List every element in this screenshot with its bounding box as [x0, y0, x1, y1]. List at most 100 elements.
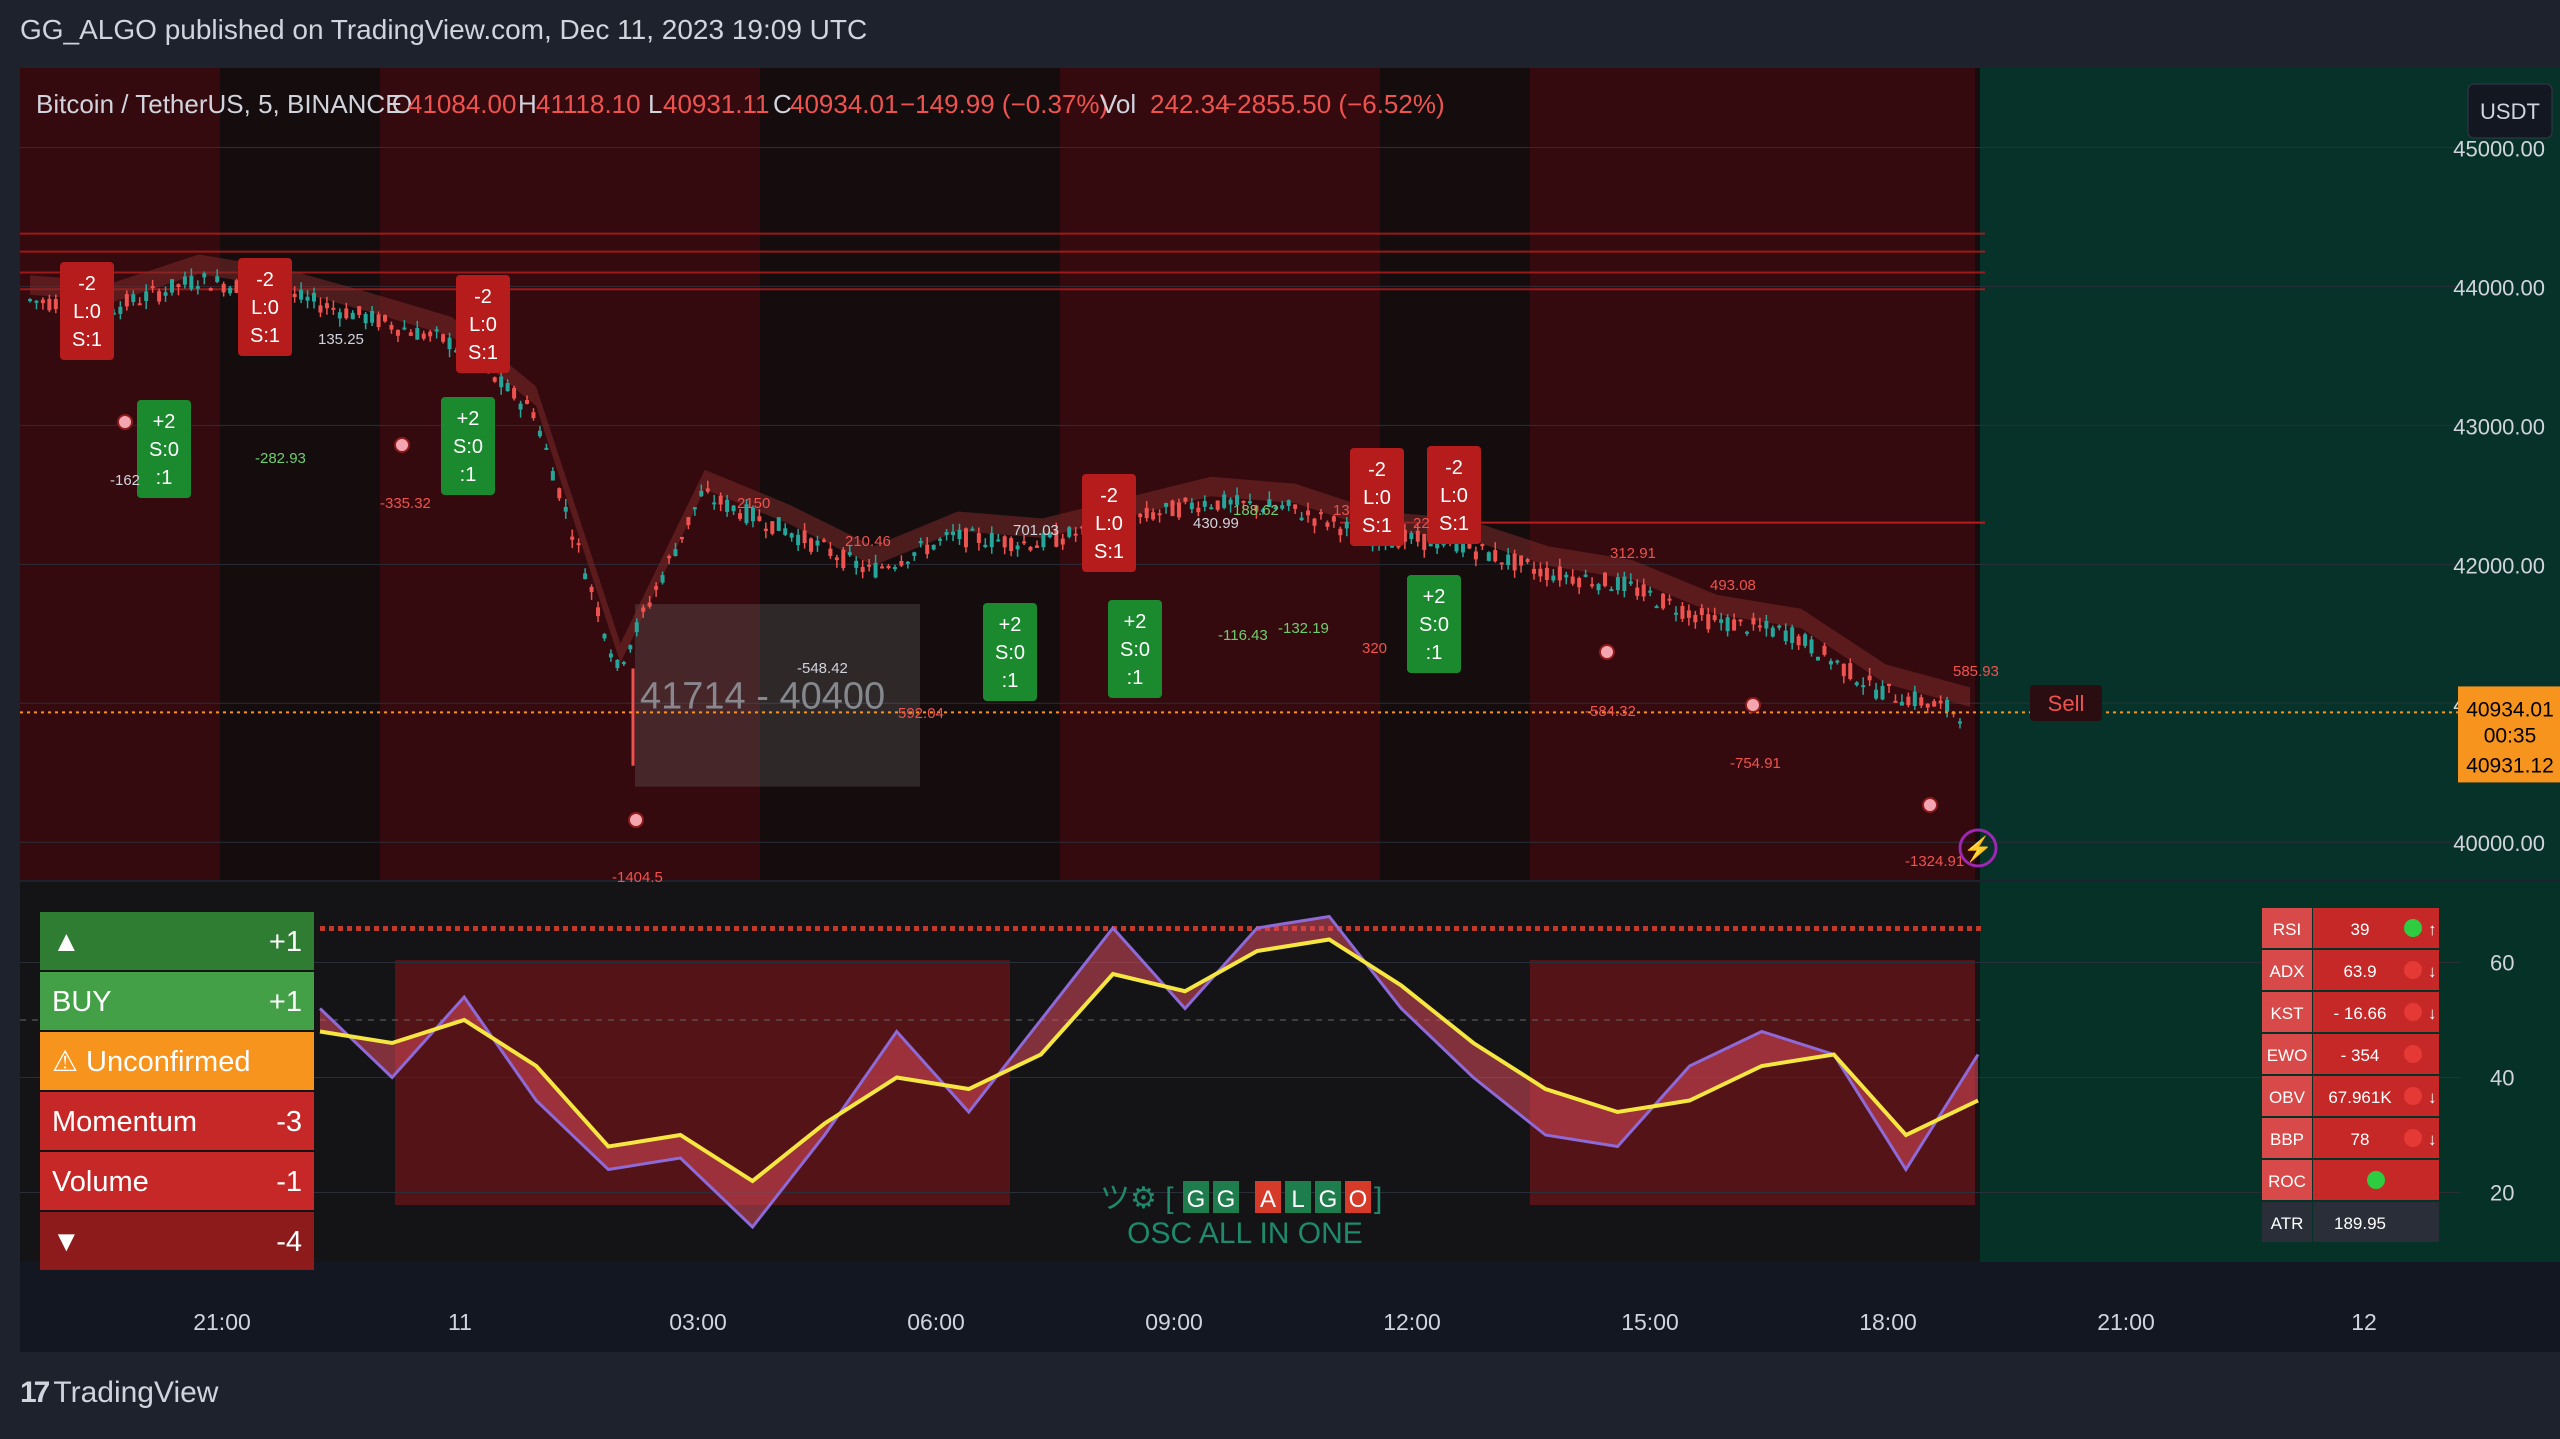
tradingview-logo[interactable]: 17 TradingView: [20, 1376, 218, 1410]
legend-text: Bitcoin / TetherUS, 5, BINANCE: [36, 89, 403, 119]
candle-body: [1506, 554, 1511, 565]
buy-signal-text: :1: [460, 464, 477, 486]
legend-text: C: [773, 89, 792, 119]
osc-volume-dot: [1814, 926, 1819, 931]
candle-body: [763, 528, 768, 532]
osc-volume-dot: [788, 926, 793, 931]
osc-volume-dot: [1517, 926, 1522, 931]
osc-volume-dot: [446, 926, 451, 931]
candle-body: [660, 575, 665, 583]
candle-body: [324, 303, 329, 309]
price-annotation: 2150: [737, 495, 770, 512]
sell-signal-text: S:1: [468, 342, 498, 364]
candle-body: [1777, 625, 1782, 628]
candle-body: [1628, 581, 1633, 584]
osc-volume-dot: [797, 926, 802, 931]
osc-volume-dot: [1211, 926, 1216, 931]
indicator-name: OBV: [2269, 1088, 2306, 1107]
osc-volume-dot: [473, 926, 478, 931]
candle-body: [1157, 513, 1162, 516]
candle-body: [518, 403, 523, 410]
candle-body: [1648, 590, 1653, 593]
candle-body: [1499, 562, 1504, 565]
price-tick-label: 45000.00: [2453, 136, 2545, 161]
osc-volume-dot: [1625, 926, 1630, 931]
time-tick-label: 12:00: [1383, 1309, 1441, 1335]
osc-volume-dot: [1679, 926, 1684, 931]
candle-body: [725, 499, 730, 512]
candle-body: [757, 516, 762, 521]
price-tick-label: 42000.00: [2453, 553, 2545, 578]
osc-volume-dot: [545, 926, 550, 931]
candle-body: [1022, 541, 1027, 544]
time-tick-label: 12: [2351, 1309, 2377, 1335]
sell-signal-text: L:0: [73, 301, 101, 323]
osc-volume-dot: [1859, 926, 1864, 931]
price-annotation: -282.93: [255, 450, 306, 467]
osc-volume-dot: [437, 926, 442, 931]
osc-volume-dot: [1868, 926, 1873, 931]
signal-panel-label: Momentum: [52, 1106, 197, 1138]
osc-volume-dot: [779, 926, 784, 931]
time-tick-label: 21:00: [2097, 1309, 2155, 1335]
candle-body: [376, 314, 381, 328]
chart-canvas[interactable]: 45000.0044000.0043000.0042000.0041000.00…: [0, 0, 2560, 1439]
candle-body: [1680, 605, 1685, 619]
lightning-icon-glyph: ⚡: [1963, 835, 1993, 863]
indicator-dot-icon: [2404, 1087, 2422, 1105]
watermark-letter: G: [1187, 1186, 1206, 1213]
candle-body: [1693, 614, 1698, 623]
candle-body: [370, 310, 375, 323]
candle-body: [53, 299, 58, 310]
candle-body: [699, 490, 704, 497]
buy-signal-text: +2: [153, 411, 176, 433]
sell-signal-text: L:0: [1095, 513, 1123, 535]
candle-body: [1719, 619, 1724, 623]
candle-body: [441, 334, 446, 342]
candle-body: [124, 294, 129, 307]
candle-body: [492, 377, 497, 382]
candle-body: [1932, 701, 1937, 707]
osc-volume-dot: [1652, 926, 1657, 931]
candle-body: [202, 273, 207, 278]
candle-body: [1325, 522, 1330, 527]
osc-volume-dot: [986, 926, 991, 931]
candle-body: [1938, 700, 1943, 704]
legend-text: −149.99 (−0.37%): [900, 89, 1108, 119]
price-tick-label: 40000.00: [2453, 831, 2545, 856]
indicator-name: ROC: [2268, 1172, 2306, 1191]
candle-body: [402, 327, 407, 330]
candle-body: [1293, 504, 1298, 509]
candle-body: [770, 521, 775, 534]
candle-body: [647, 602, 652, 607]
candle-body: [1151, 512, 1156, 520]
candle-body: [1822, 645, 1827, 655]
price-annotation: -335.32: [380, 495, 431, 512]
osc-volume-dot: [419, 926, 424, 931]
candle-body: [1073, 533, 1078, 536]
candle-body: [712, 502, 717, 505]
candle-body: [305, 296, 310, 301]
candle-body: [576, 543, 581, 546]
osc-volume-dot: [1724, 926, 1729, 931]
osc-volume-dot: [1553, 926, 1558, 931]
osc-volume-dot: [392, 926, 397, 931]
legend-text: H: [518, 89, 537, 119]
indicator-value: - 16.66: [2334, 1004, 2387, 1023]
candle-body: [951, 531, 956, 536]
osc-volume-dot: [1589, 926, 1594, 931]
candle-body: [1551, 575, 1556, 581]
indicator-dot-icon: [2404, 1045, 2422, 1063]
candle-body: [1803, 634, 1808, 646]
osc-volume-dot: [923, 926, 928, 931]
candle-body: [1176, 502, 1181, 518]
candle-body: [602, 633, 607, 639]
osc-volume-dot: [860, 926, 865, 931]
candle-body: [505, 383, 510, 392]
current-price-value: 40934.01: [2466, 698, 2554, 721]
osc-volume-dot: [905, 926, 910, 931]
indicator-arrow-icon: ↓: [2428, 1088, 2437, 1107]
candle-body: [131, 294, 136, 303]
candle-body: [1209, 507, 1214, 510]
osc-volume-dot: [554, 926, 559, 931]
